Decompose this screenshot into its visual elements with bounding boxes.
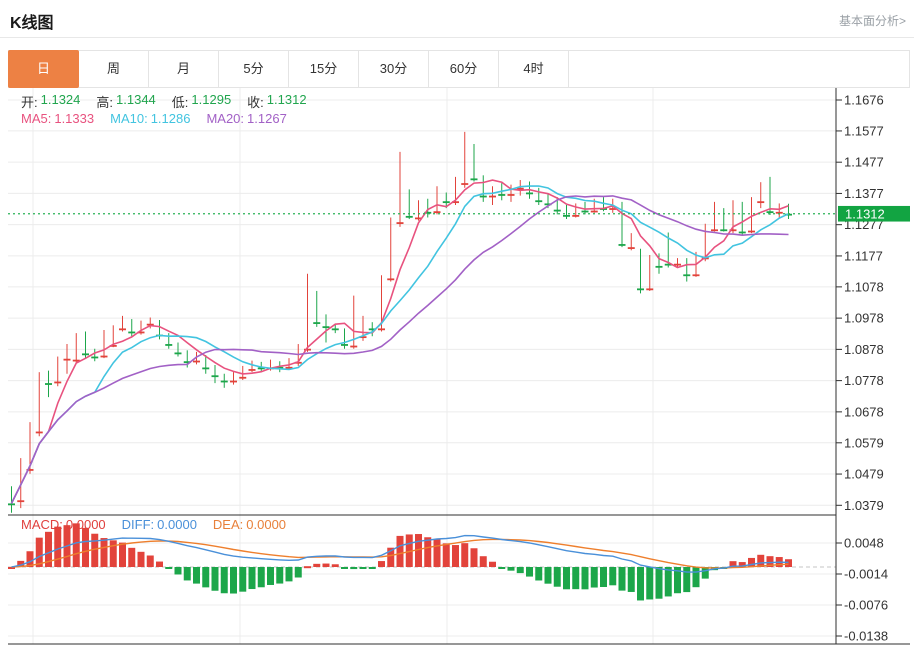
price-axis-label: 1.1078 [844,279,884,294]
ohlc-close-label: 收: [247,95,264,110]
chart-area: 开: 1.1324 高: 1.1344 低: 1.1295 收: 1.1312 MA5: 1.1… [8,88,910,649]
ma20: MA20: 1.1267 [206,111,286,126]
tab-60min[interactable]: 60分 [429,51,499,87]
ma10-line [10,185,789,504]
price-axis-label: 1.1676 [844,93,884,108]
price-axis-label: 1.1377 [844,186,884,201]
tab-day[interactable]: 日 [8,50,79,88]
ohlc-close-value: 1.1312 [266,92,307,107]
tab-4hour[interactable]: 4时 [499,51,569,87]
price-axis-label: 1.1177 [844,248,883,263]
macd-histogram [8,523,792,601]
dea: DEA: 0.0000 [213,517,286,532]
diff: DIFF: 0.0000 [122,517,197,532]
ohlc-legend: 开: 1.1324 高: 1.1344 低: 1.1295 收: 1.1312 [21,92,307,111]
price-axis-label: 1.1577 [844,123,884,138]
dea-label: DEA: [212,517,244,532]
candles-group [8,131,792,513]
price-axis-label: 1.0479 [844,467,884,482]
fundamental-analysis-link[interactable]: 基本面分析> [839,9,906,29]
page-title: K线图 [10,15,54,32]
ma-lines [10,179,789,504]
current-price-tag-label: 1.1312 [845,206,885,221]
macd-axis-label: 0.0048 [844,536,884,551]
ohlc-high-label: 高: [96,95,114,110]
ma5-label: MA5: [21,111,52,126]
price-axis-label: 1.0878 [844,342,884,357]
kline-page: K线图 基本面分析> 日周月 5分 15分 30分 60分 4时 开: 1.1324 高: 1.… [0,0,914,649]
page-header: K线图 基本面分析> [0,0,914,38]
macd-label: MACD: [21,517,63,532]
macd-value: 0.0000 [65,517,106,532]
macd-axis-label: -0.0138 [844,629,888,644]
dea-value: 0.0000 [246,517,287,532]
tabbar-spacer [569,51,909,87]
ohlc-open-value: 1.1324 [40,92,81,107]
ma5-value: 1.1333 [54,111,95,126]
ma10: MA10: 1.1286 [110,111,190,126]
ma5-line [10,179,789,504]
ohlc-low: 低: 1.1295 [172,92,231,111]
ma-legend: MA5: 1.1333 MA10: 1.1286 MA20: 1.1267 [21,111,287,126]
ohlc-open-label: 开: [21,95,38,110]
price-axis: 1.16761.15771.14771.13771.12771.11771.10… [836,93,884,513]
price-axis-label: 1.1477 [844,155,884,170]
ma20-label: MA20: [206,111,245,126]
macd: MACD: 0.0000 [21,517,106,532]
diff-label: DIFF: [121,517,155,532]
price-axis-label: 1.0579 [844,435,884,450]
ma20-value: 1.1267 [247,111,287,126]
price-axis-label: 1.0379 [844,498,884,513]
ma10-label: MA10: [110,111,148,126]
ohlc-high-value: 1.1344 [116,92,156,107]
macd-legend: MACD: 0.0000 DIFF: 0.0000 DEA: 0.0000 [21,517,286,532]
ohlc-low-label: 低: [171,95,189,110]
macd-axis-label: -0.0014 [844,567,888,582]
ohlc-high: 高: 1.1344 [96,92,155,111]
ohlc-close: 收: 1.1312 [247,92,306,111]
ma10-value: 1.1286 [150,111,191,126]
tab-month[interactable]: 月 [149,51,219,87]
price-axis-label: 1.0678 [844,404,884,419]
price-axis-label: 1.0978 [844,311,884,326]
price-axis-label: 1.0778 [844,373,884,388]
current-price-tag: 1.1312 [838,205,910,222]
tab-30min[interactable]: 30分 [359,51,429,87]
timeframe-tabbar: 日周月 5分 15分 30分 60分 4时 [8,50,910,88]
diff-value: 0.0000 [157,517,197,532]
macd-axis-label: -0.0076 [844,598,888,613]
kline-chart-canvas[interactable]: 1.16761.15771.14771.13771.12771.11771.10… [8,88,910,649]
ma5: MA5: 1.1333 [21,111,94,126]
tab-5min[interactable]: 5分 [219,51,289,87]
tab-15min[interactable]: 15分 [289,51,359,87]
ohlc-open: 开: 1.1324 [21,92,80,111]
tab-week[interactable]: 周 [79,51,149,87]
macd-axis: 0.0048 -0.0014 -0.0076 -0.0138 [836,536,888,644]
ohlc-low-value: 1.1295 [191,92,232,107]
